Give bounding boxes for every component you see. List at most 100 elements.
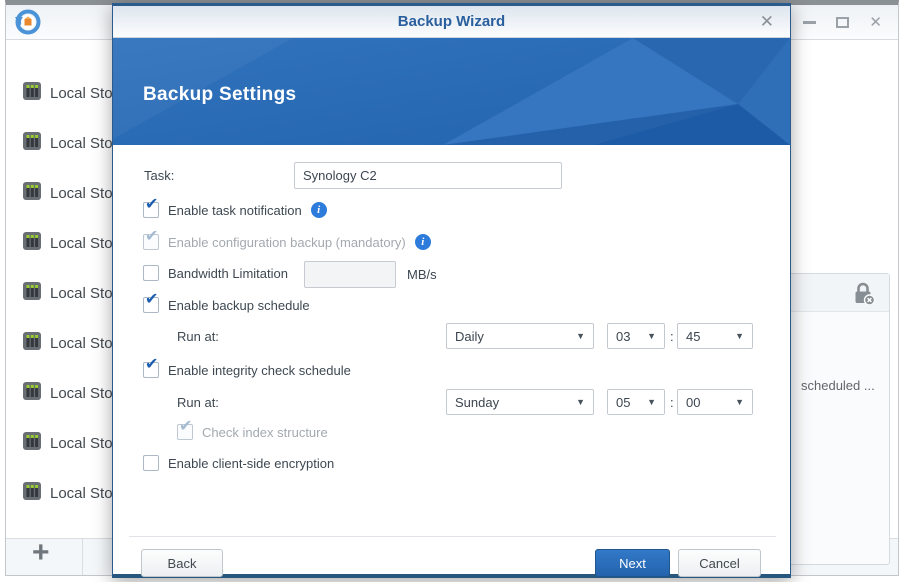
sidebar-item-local-storage[interactable]: Local Sto	[6, 480, 116, 506]
minimize-icon[interactable]	[803, 21, 817, 24]
check-icon: ✔	[145, 356, 159, 373]
check-icon: ✔	[145, 228, 159, 245]
sidebar-item-local-storage[interactable]: Local Sto	[6, 330, 116, 356]
backup-frequency-value: Daily	[455, 328, 484, 344]
dialog-body: Task: ✔ Enable task notification i ✔ Ena…	[113, 6, 790, 577]
sidebar-item-local-storage[interactable]: Local Sto	[6, 430, 116, 456]
chevron-down-icon: ▼	[647, 331, 656, 341]
sidebar-item-local-storage[interactable]: Local Sto	[6, 280, 116, 306]
sidebar-item-label: Local Sto	[50, 134, 113, 152]
hyper-backup-app-icon	[14, 8, 42, 41]
config-backup-row: ✔ Enable configuration backup (mandatory…	[143, 229, 431, 250]
info-icon[interactable]: i	[414, 234, 431, 250]
add-task-button[interactable]: +	[32, 536, 50, 570]
check-index-label: Check index structure	[202, 424, 328, 440]
local-storage-icon	[22, 231, 42, 256]
chevron-down-icon: ▼	[576, 397, 585, 407]
backup-task-sidebar: Local Sto Local Sto Local Sto Local Sto …	[6, 41, 116, 532]
bandwidth-row: Bandwidth Limitation	[143, 265, 288, 281]
task-label: Task:	[144, 168, 175, 183]
integrity-check-row: ✔ Enable integrity check schedule	[143, 357, 351, 378]
notification-row: ✔ Enable task notification i	[143, 197, 327, 218]
chevron-down-icon: ▼	[576, 331, 585, 341]
integrity-minute-select[interactable]: 00 ▼	[677, 389, 753, 415]
time-separator: :	[670, 395, 674, 410]
check-index-checkbox: ✔	[177, 419, 193, 440]
backup-schedule-row: ✔ Enable backup schedule	[143, 292, 310, 313]
next-button[interactable]: Next	[595, 549, 670, 577]
local-storage-icon	[22, 331, 42, 356]
maximize-icon[interactable]	[836, 17, 850, 28]
schedule-status-text: scheduled ...	[801, 378, 875, 393]
sidebar-item-local-storage[interactable]: Local Sto	[6, 230, 116, 256]
check-icon: ✔	[145, 291, 159, 308]
local-storage-icon	[22, 531, 42, 532]
footer-separator	[129, 536, 776, 537]
footer-divider	[82, 539, 83, 575]
integrity-minute-value: 00	[686, 394, 701, 410]
sidebar-item-label: Local Sto	[50, 384, 113, 402]
sidebar-item-label: Local Sto	[50, 484, 113, 502]
notification-label: Enable task notification	[168, 202, 302, 218]
lock-remove-icon[interactable]	[853, 281, 876, 310]
window-controls: ✕	[803, 5, 882, 40]
sidebar-item-label: Local Sto	[50, 84, 113, 102]
backup-hour-value: 03	[616, 328, 631, 344]
screen: ✕ Local Sto Local Sto Local Sto Local St…	[0, 0, 902, 582]
config-backup-checkbox: ✔	[143, 229, 159, 250]
backup-wizard-dialog: Backup Wizard ✕ Backup Settings Task: Sy…	[112, 3, 791, 578]
sidebar-item-local-storage[interactable]: Local Sto	[6, 80, 116, 106]
backup-schedule-label: Enable backup schedule	[168, 297, 310, 313]
sidebar-item-label: Local Sto	[50, 434, 113, 452]
cancel-button[interactable]: Cancel	[678, 549, 761, 577]
local-storage-icon	[22, 181, 42, 206]
close-window-icon[interactable]: ✕	[869, 15, 882, 30]
backup-run-at-label: Run at:	[177, 329, 219, 344]
sidebar-item-local-storage[interactable]: Local Sto	[6, 180, 116, 206]
integrity-day-value: Sunday	[455, 394, 500, 410]
local-storage-icon	[22, 131, 42, 156]
bandwidth-label: Bandwidth Limitation	[168, 265, 288, 281]
time-separator: :	[670, 329, 674, 344]
local-storage-icon	[22, 431, 42, 456]
encryption-label: Enable client-side encryption	[168, 455, 335, 471]
encryption-row: Enable client-side encryption	[143, 455, 334, 471]
backup-frequency-select[interactable]: Daily ▼	[446, 323, 594, 349]
check-icon: ✔	[145, 196, 159, 213]
backup-minute-value: 45	[686, 328, 701, 344]
bandwidth-checkbox[interactable]	[143, 265, 159, 281]
backup-minute-select[interactable]: 45 ▼	[677, 323, 753, 349]
sidebar-item-local-storage[interactable]: Local Sto	[6, 530, 116, 532]
chevron-down-icon: ▼	[735, 331, 744, 341]
encryption-checkbox[interactable]	[143, 455, 159, 471]
sidebar-item-label: Local Sto	[50, 184, 113, 202]
sidebar-item-label: Local Sto	[50, 334, 113, 352]
bandwidth-unit-label: MB/s	[407, 267, 437, 282]
task-name-input[interactable]	[294, 162, 562, 189]
local-storage-icon	[22, 281, 42, 306]
check-icon: ✔	[179, 418, 193, 435]
local-storage-icon	[22, 381, 42, 406]
chevron-down-icon: ▼	[647, 397, 656, 407]
integrity-hour-value: 05	[616, 394, 631, 410]
integrity-day-select[interactable]: Sunday ▼	[446, 389, 594, 415]
check-index-row: ✔ Check index structure	[177, 419, 328, 440]
backup-hour-select[interactable]: 03 ▼	[607, 323, 665, 349]
sidebar-item-local-storage[interactable]: Local Sto	[6, 380, 116, 406]
sidebar-item-label: Local Sto	[50, 234, 113, 252]
bandwidth-input[interactable]	[304, 261, 396, 288]
integrity-check-checkbox[interactable]: ✔	[143, 357, 159, 378]
chevron-down-icon: ▼	[735, 397, 744, 407]
sidebar-item-local-storage[interactable]: Local Sto	[6, 130, 116, 156]
sidebar-item-label: Local Sto	[50, 284, 113, 302]
notification-checkbox[interactable]: ✔	[143, 197, 159, 218]
back-button[interactable]: Back	[141, 549, 223, 577]
backup-schedule-checkbox[interactable]: ✔	[143, 292, 159, 313]
integrity-hour-select[interactable]: 05 ▼	[607, 389, 665, 415]
config-backup-label: Enable configuration backup (mandatory)	[168, 234, 406, 250]
integrity-run-at-label: Run at:	[177, 395, 219, 410]
local-storage-icon	[22, 81, 42, 106]
integrity-check-label: Enable integrity check schedule	[168, 362, 351, 378]
info-icon[interactable]: i	[310, 202, 327, 218]
local-storage-icon	[22, 481, 42, 506]
